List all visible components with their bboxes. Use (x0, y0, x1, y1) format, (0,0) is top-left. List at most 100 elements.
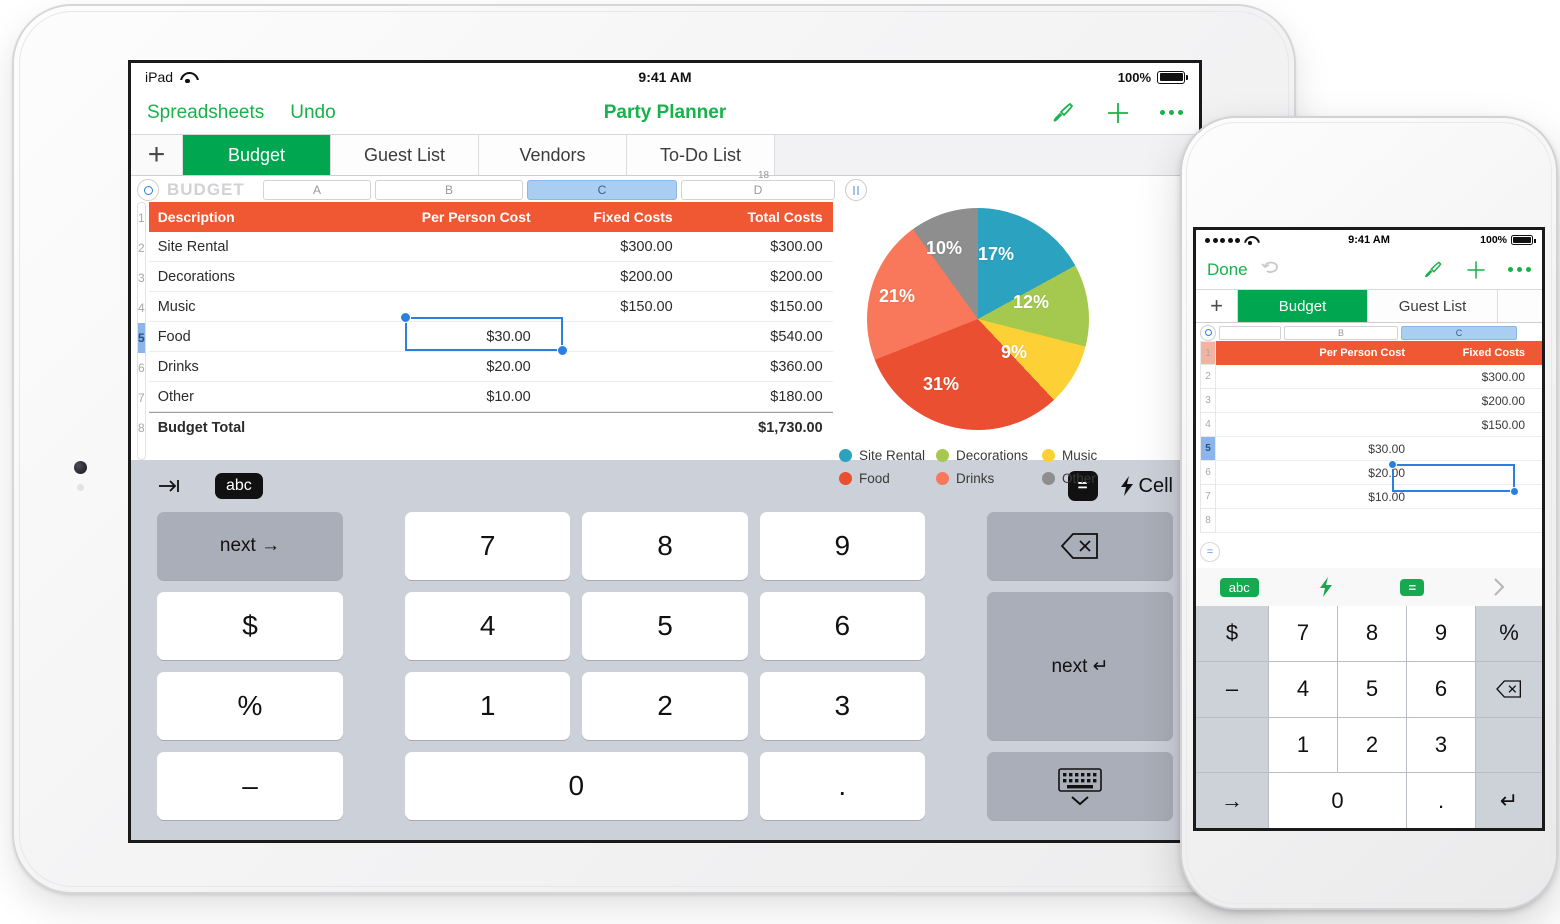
key-next-arrow[interactable]: → (1196, 773, 1268, 828)
column-header-b[interactable]: B (375, 180, 523, 200)
key-5[interactable]: 5 (582, 592, 748, 660)
table-row[interactable]: Music $150.00 $150.00 (148, 292, 833, 322)
cell-description[interactable]: Drinks (149, 359, 399, 375)
key-percent[interactable]: % (1476, 606, 1542, 661)
row-number-8[interactable]: 8 (1200, 509, 1216, 533)
row-number-8[interactable]: 8 (138, 413, 145, 443)
spreadsheets-back-button[interactable]: Spreadsheets (147, 102, 264, 124)
cell-total[interactable]: $300.00 (683, 239, 833, 255)
cell-description[interactable]: Food (149, 329, 399, 345)
cell-per-person[interactable]: $10.00 (1282, 490, 1412, 504)
table-row[interactable]: Decorations $200.00 $200.00 (148, 262, 833, 292)
formula-equals-badge[interactable]: = (1200, 542, 1220, 562)
table-row[interactable]: Food $30.00 $540.00 (148, 322, 833, 352)
cell-description[interactable]: Decorations (149, 269, 399, 285)
cell-total[interactable]: $360.00 (683, 359, 833, 375)
select-all-button[interactable] (137, 179, 159, 201)
cell-fixed[interactable]: $150.00 (541, 299, 683, 315)
key-8[interactable]: 8 (1338, 606, 1406, 661)
table-row[interactable]: $20.00 (1216, 461, 1542, 485)
key-3[interactable]: 3 (1407, 717, 1475, 773)
cell-per-person[interactable]: $30.00 (1282, 442, 1412, 456)
pie-chart[interactable] (867, 208, 1089, 430)
key-percent[interactable]: % (157, 672, 343, 740)
table-row[interactable]: $200.00 (1216, 389, 1542, 413)
sheet-tab-todo-list[interactable]: To-Do List (627, 135, 775, 175)
key-6[interactable]: 6 (759, 592, 925, 660)
key-blank-left[interactable] (1196, 717, 1268, 773)
row-number-7[interactable]: 7 (138, 383, 145, 413)
key-0[interactable]: 0 (1269, 773, 1406, 828)
cell-total[interactable]: $200.00 (683, 269, 833, 285)
row-number-3[interactable]: 3 (1200, 389, 1216, 413)
row-number-1[interactable]: 1 (1200, 341, 1216, 365)
table-row[interactable]: Drinks $20.00 $360.00 (148, 352, 833, 382)
key-minus[interactable]: – (1196, 661, 1268, 717)
key-8[interactable]: 8 (582, 512, 748, 580)
key-next-right[interactable]: next → (157, 512, 343, 580)
column-header-b[interactable]: B (1284, 325, 1398, 340)
cell-total[interactable]: $150.00 (683, 299, 833, 315)
key-1[interactable]: 1 (405, 672, 571, 740)
paintbrush-icon[interactable] (1422, 259, 1444, 281)
cell-fixed[interactable]: $200.00 (541, 269, 683, 285)
select-all-button[interactable] (1200, 324, 1216, 341)
abc-keyboard-button[interactable]: abc (1196, 577, 1283, 597)
table-row[interactable]: $150.00 (1216, 413, 1542, 437)
ipad-home-button[interactable] (77, 484, 84, 491)
cell-description[interactable]: Other (149, 389, 399, 405)
cell-fixed[interactable]: $150.00 (1412, 418, 1532, 432)
sheet-tab-budget[interactable]: Budget (183, 135, 331, 175)
table-row[interactable]: $300.00 (1216, 365, 1542, 389)
column-header-c[interactable]: C (1401, 325, 1517, 340)
more-icon[interactable] (1508, 267, 1531, 272)
table-row[interactable]: Other $10.00 $180.00 (148, 382, 833, 412)
cell-fixed[interactable]: $300.00 (541, 239, 683, 255)
undo-button[interactable]: Undo (290, 102, 335, 124)
table-row[interactable]: Site Rental $300.00 $300.00 (148, 232, 833, 262)
pie-chart-widget[interactable]: 17% 12% 9% 31% 21% 10% Site Rental Decor… (821, 202, 1199, 486)
add-sheet-button[interactable]: + (1196, 290, 1238, 322)
key-6[interactable]: 6 (1407, 661, 1475, 717)
key-blank-right[interactable] (1476, 717, 1542, 773)
sheet-tab-guest-list[interactable]: Guest List (1368, 290, 1498, 322)
formula-equals-button[interactable]: = (1369, 578, 1456, 596)
sheet-tab-guest-list[interactable]: Guest List (331, 135, 479, 175)
key-7[interactable]: 7 (1269, 606, 1337, 661)
key-4[interactable]: 4 (405, 592, 571, 660)
key-4[interactable]: 4 (1269, 661, 1337, 717)
column-header-a[interactable] (1219, 325, 1281, 340)
row-number-2[interactable]: 2 (138, 233, 145, 263)
column-header-d[interactable]: D 18 (681, 170, 835, 200)
delete-icon[interactable] (1476, 661, 1542, 717)
cell-description[interactable]: Music (149, 299, 399, 315)
row-number-1[interactable]: 1 (138, 203, 145, 233)
key-2[interactable]: 2 (1338, 717, 1406, 773)
key-9[interactable]: 9 (759, 512, 925, 580)
key-2[interactable]: 2 (582, 672, 748, 740)
cell-per-person[interactable]: $30.00 (399, 329, 541, 345)
key-return[interactable]: ↵ (1476, 773, 1542, 828)
key-1[interactable]: 1 (1269, 717, 1337, 773)
key-9[interactable]: 9 (1407, 606, 1475, 661)
cell-per-person[interactable]: $10.00 (399, 389, 541, 405)
cell-fixed[interactable]: $300.00 (1412, 370, 1532, 384)
hide-keyboard-icon[interactable] (987, 752, 1173, 820)
key-decimal[interactable]: . (1407, 773, 1475, 828)
cell-fixed[interactable]: $200.00 (1412, 394, 1532, 408)
column-header-a[interactable]: A (263, 180, 371, 200)
add-sheet-button[interactable]: + (131, 135, 183, 175)
sheet-tab-budget[interactable]: Budget (1238, 290, 1368, 322)
row-number-7[interactable]: 7 (1200, 485, 1216, 509)
row-number-6[interactable]: 6 (1200, 461, 1216, 485)
row-number-4[interactable]: 4 (1200, 413, 1216, 437)
column-header-c[interactable]: C (527, 180, 677, 200)
key-0[interactable]: 0 (405, 752, 748, 820)
chevron-right-icon[interactable] (1456, 576, 1543, 598)
done-button[interactable]: Done (1207, 260, 1248, 280)
table-row[interactable]: $10.00 (1216, 485, 1542, 509)
row-number-5[interactable]: 5 (1200, 437, 1216, 461)
key-dollar[interactable]: $ (157, 592, 343, 660)
cell-total[interactable]: $180.00 (683, 389, 833, 405)
pause-handle-button[interactable] (845, 179, 867, 201)
